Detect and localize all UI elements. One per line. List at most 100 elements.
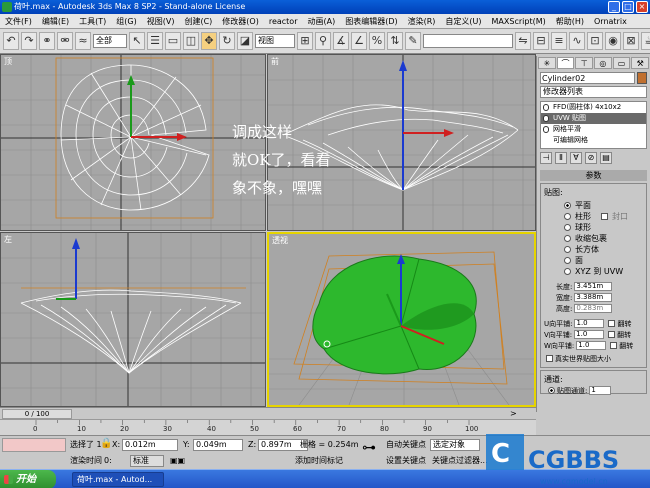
close-button[interactable]: ×: [636, 1, 648, 13]
object-name-input[interactable]: [540, 72, 635, 84]
y-coordinate-field[interactable]: 0.049m: [193, 439, 243, 451]
menu-create[interactable]: 创建(C): [179, 14, 217, 28]
material-editor-icon[interactable]: ◉: [605, 32, 621, 50]
mapping-shrink-wrap[interactable]: 收缩包裹: [544, 233, 643, 244]
minimize-button[interactable]: _: [608, 1, 620, 13]
move-icon[interactable]: ✥: [201, 32, 217, 50]
menu-modifiers[interactable]: 修改器(O): [217, 14, 264, 28]
next-frame-icon[interactable]: >: [510, 409, 517, 418]
bulb-icon[interactable]: [543, 104, 549, 111]
menu-tools[interactable]: 工具(T): [74, 14, 111, 28]
menu-views[interactable]: 视图(V): [142, 14, 180, 28]
select-by-name-icon[interactable]: ☰: [147, 32, 163, 50]
auto-key-button[interactable]: 自动关键点: [386, 439, 426, 451]
add-time-tag[interactable]: 添加时间标记: [295, 455, 343, 467]
width-field[interactable]: 3.388m: [574, 293, 613, 302]
menu-customize[interactable]: 自定义(U): [440, 14, 486, 28]
bind-spacewarp-icon[interactable]: ≈: [75, 32, 91, 50]
modifier-list-select[interactable]: 修改器列表: [540, 86, 647, 98]
v-flip-checkbox[interactable]: [608, 331, 616, 338]
bulb-icon[interactable]: [543, 126, 549, 133]
lock-selection-icon[interactable]: 🔒: [100, 438, 112, 450]
pin-stack-icon[interactable]: ⊣: [540, 152, 552, 164]
height-field[interactable]: 0.283m: [574, 304, 613, 313]
viewport-perspective[interactable]: 透视: [267, 232, 536, 407]
start-button[interactable]: 开始: [0, 470, 56, 488]
map-channel-field[interactable]: 1: [589, 386, 612, 395]
mapping-cylindrical[interactable]: 柱形 封口: [544, 211, 643, 222]
stack-item-meshsmooth[interactable]: 网格平滑: [541, 124, 646, 135]
menu-edit[interactable]: 编辑(E): [37, 14, 74, 28]
viewport-top[interactable]: 顶: [0, 54, 266, 231]
manipulate-icon[interactable]: ⚲: [315, 32, 331, 50]
maxscript-listener[interactable]: [2, 438, 66, 452]
selection-filter-select[interactable]: 全部: [93, 34, 127, 48]
named-selection-set[interactable]: [423, 34, 513, 48]
tab-display[interactable]: ▭: [612, 57, 631, 69]
mirror-icon[interactable]: ⇋: [515, 32, 531, 50]
scale-icon[interactable]: ◪: [237, 32, 253, 50]
viewport-left[interactable]: 左: [0, 232, 266, 407]
select-icon[interactable]: ↖: [129, 32, 145, 50]
redo-icon[interactable]: ↷: [21, 32, 37, 50]
object-color-swatch[interactable]: [637, 72, 647, 84]
viewport-nav-icons[interactable]: ▣▣: [170, 455, 185, 467]
menu-help[interactable]: 帮助(H): [551, 14, 589, 28]
track-bar-ruler[interactable]: 0 10 20 30 40 50 60 70 80 90 100: [0, 419, 536, 435]
bulb-icon[interactable]: [543, 115, 549, 122]
stack-item-editable-mesh[interactable]: 可编辑网格: [541, 135, 646, 146]
mapping-face[interactable]: 面: [544, 255, 643, 266]
menu-file[interactable]: 文件(F): [0, 14, 37, 28]
taskbar-item-3dsmax[interactable]: 荷叶.max - Autod...: [72, 472, 164, 487]
menu-ornatrix[interactable]: Ornatrix: [589, 14, 632, 28]
parameters-rollout[interactable]: 参数: [540, 170, 647, 181]
align-icon[interactable]: ⊟: [533, 32, 549, 50]
selected-object-select[interactable]: 选定对象: [430, 439, 480, 451]
map-channel-radio[interactable]: [548, 387, 555, 394]
key-icon[interactable]: ⊶: [362, 441, 376, 455]
menu-maxscript[interactable]: MAXScript(M): [487, 14, 551, 28]
w-flip-checkbox[interactable]: [610, 342, 618, 349]
pivot-icon[interactable]: ⊞: [297, 32, 313, 50]
x-coordinate-field[interactable]: 0.012m: [122, 439, 178, 451]
edit-named-sel-icon[interactable]: ✎: [405, 32, 421, 50]
menu-group[interactable]: 组(G): [111, 14, 141, 28]
layer-manager-icon[interactable]: ≡: [551, 32, 567, 50]
time-slider[interactable]: 0 / 100 >: [0, 407, 536, 419]
tab-motion[interactable]: ◎: [594, 57, 612, 69]
undo-icon[interactable]: ↶: [3, 32, 19, 50]
frame-indicator[interactable]: 0 / 100: [2, 409, 72, 419]
schematic-view-icon[interactable]: ⊡: [587, 32, 603, 50]
show-end-result-icon[interactable]: Ⅱ: [555, 152, 567, 164]
u-tile-field[interactable]: 1.0: [574, 319, 605, 328]
real-world-checkbox[interactable]: [546, 355, 553, 362]
percent-snap-icon[interactable]: %: [369, 32, 385, 50]
render-scene-icon[interactable]: ⊠: [623, 32, 639, 50]
menu-graph-editors[interactable]: 图表编辑器(D): [340, 14, 402, 28]
standard-select[interactable]: 标准: [130, 455, 164, 467]
cap-checkbox[interactable]: [601, 213, 608, 220]
stack-item-ffd[interactable]: FFD(圆柱体) 4x10x2: [541, 102, 646, 113]
spinner-snap-icon[interactable]: ⇅: [387, 32, 403, 50]
set-key-button[interactable]: 设置关键点: [386, 455, 426, 467]
v-tile-field[interactable]: 1.0: [574, 330, 605, 339]
window-crossing-icon[interactable]: ◫: [183, 32, 199, 50]
quick-render-icon[interactable]: ☕: [641, 32, 650, 50]
rotate-icon[interactable]: ↻: [219, 32, 235, 50]
menu-animation[interactable]: 动画(A): [302, 14, 340, 28]
stack-item-uvw-map[interactable]: UVW 贴图: [541, 113, 646, 124]
menu-reactor[interactable]: reactor: [264, 14, 303, 28]
tab-modify[interactable]: ⌒: [556, 57, 575, 69]
u-flip-checkbox[interactable]: [608, 320, 616, 327]
reference-coord-select[interactable]: 视图: [255, 34, 295, 48]
configure-sets-icon[interactable]: ▤: [600, 152, 612, 164]
tab-hierarchy[interactable]: ⊤: [575, 57, 594, 69]
remove-modifier-icon[interactable]: ⊘: [585, 152, 597, 164]
unlink-icon[interactable]: ⚮: [57, 32, 73, 50]
menu-rendering[interactable]: 渲染(R): [403, 14, 441, 28]
mapping-planar[interactable]: 平面: [544, 200, 643, 211]
tab-create[interactable]: ✳: [538, 57, 556, 69]
w-tile-field[interactable]: 1.0: [576, 341, 607, 350]
maximize-button[interactable]: □: [622, 1, 634, 13]
mapping-xyz-to-uvw[interactable]: XYZ 到 UVW: [544, 266, 643, 277]
